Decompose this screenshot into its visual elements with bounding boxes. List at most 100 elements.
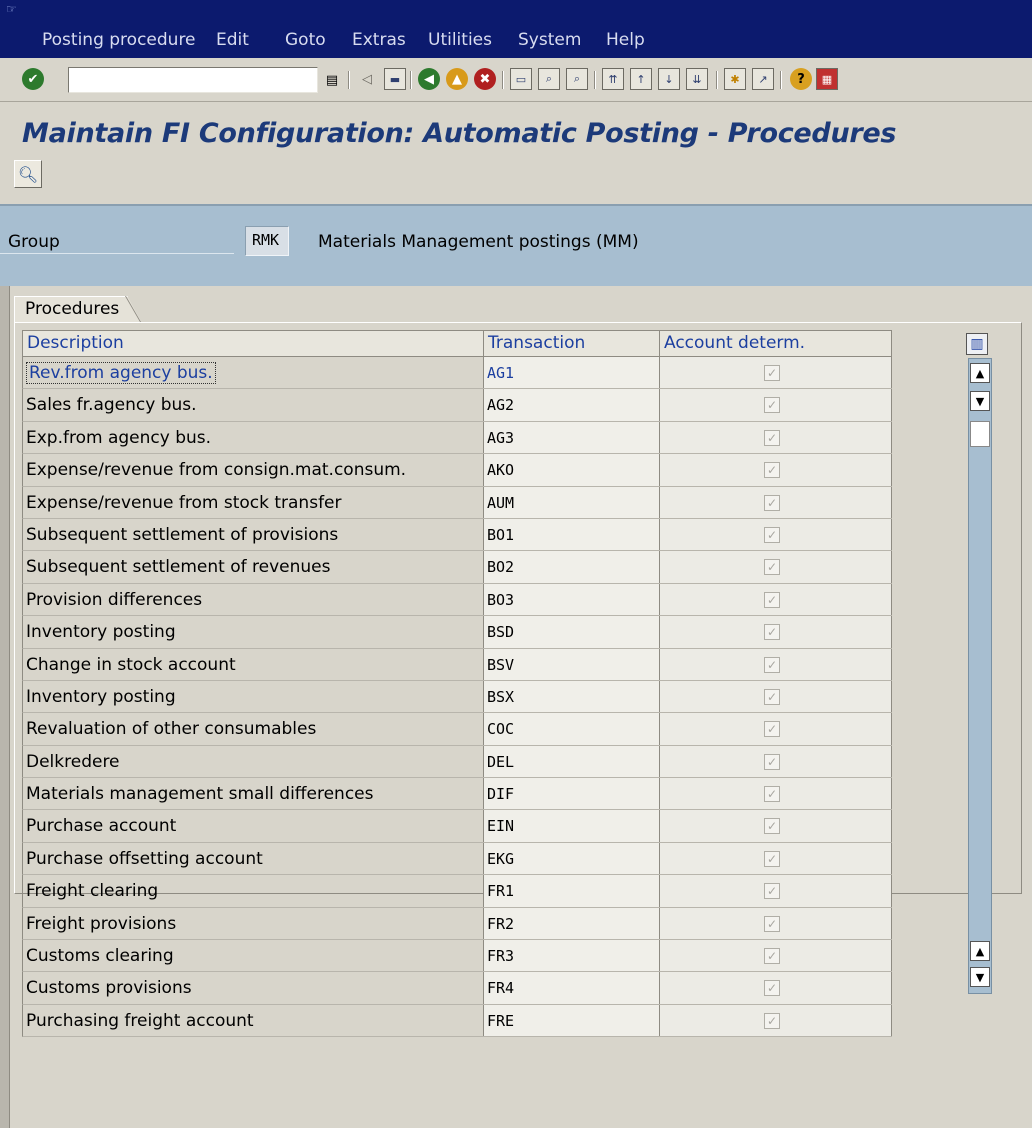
- customize-layout-icon[interactable]: ▦: [816, 68, 838, 90]
- cell-account-determ: ✓: [660, 389, 892, 421]
- cell-transaction[interactable]: BO1: [484, 518, 660, 551]
- scroll-up-icon[interactable]: ▲: [970, 363, 990, 383]
- cell-account-determ: ✓: [660, 972, 892, 1004]
- print-icon[interactable]: ▭: [510, 68, 532, 90]
- cell-description[interactable]: Customs provisions: [23, 972, 484, 1004]
- cell-description[interactable]: Sales fr.agency bus.: [23, 389, 484, 421]
- table-row[interactable]: Sales fr.agency bus. AG2 ✓: [22, 389, 892, 422]
- table-settings-icon[interactable]: ▥: [966, 333, 988, 355]
- cell-transaction[interactable]: FR4: [484, 972, 660, 1004]
- cell-description[interactable]: Expense/revenue from consign.mat.consum.: [23, 454, 484, 486]
- system-menu-icon[interactable]: ☞: [6, 2, 24, 16]
- cell-description[interactable]: Subsequent settlement of provisions: [23, 518, 484, 551]
- cell-description[interactable]: Exp.from agency bus.: [23, 421, 484, 454]
- cell-description-text: Sales fr.agency bus.: [26, 395, 197, 416]
- scroll-thumb[interactable]: [970, 421, 990, 447]
- save-icon[interactable]: ▬: [384, 68, 406, 90]
- toolbar-separator: [594, 71, 596, 89]
- account-determ-checkbox: ✓: [764, 494, 780, 511]
- table-row[interactable]: Exp.from agency bus. AG3 ✓: [22, 421, 892, 455]
- empty-area: [14, 608, 1022, 842]
- table-row[interactable]: Expense/revenue from stock transfer AUM ✓: [22, 486, 892, 519]
- cell-transaction[interactable]: FR3: [484, 940, 660, 972]
- cell-description-text: Expense/revenue from consign.mat.consum.: [26, 460, 407, 481]
- cell-transaction[interactable]: AG3: [484, 421, 660, 454]
- table-row[interactable]: Freight provisions FR2 ✓: [22, 907, 892, 941]
- dropdown-icon[interactable]: ▤: [323, 70, 341, 90]
- table-row[interactable]: Rev.from agency bus. AG1 ✓: [22, 357, 892, 390]
- find-next-icon[interactable]: ⌕: [566, 68, 588, 90]
- shortcut-icon[interactable]: ↗: [752, 68, 774, 90]
- cell-description[interactable]: Freight provisions: [23, 907, 484, 940]
- menu-help[interactable]: Help: [606, 30, 645, 50]
- menu-edit[interactable]: Edit: [216, 30, 249, 50]
- page-down-icon[interactable]: ▼: [970, 967, 990, 987]
- menu-utilities[interactable]: Utilities: [428, 30, 492, 50]
- next-page-icon[interactable]: ↓: [658, 68, 680, 90]
- cell-account-determ: ✓: [660, 518, 892, 551]
- column-header-transaction[interactable]: Transaction: [484, 331, 660, 356]
- cell-description[interactable]: Subsequent settlement of revenues: [23, 551, 484, 583]
- cell-account-determ: ✓: [660, 1004, 892, 1037]
- account-determ-checkbox: ✓: [764, 1012, 780, 1029]
- create-session-icon[interactable]: ✱: [724, 68, 746, 90]
- cell-description[interactable]: Rev.from agency bus.: [23, 357, 484, 389]
- cell-transaction[interactable]: AUM: [484, 486, 660, 518]
- cancel-icon[interactable]: ✖: [474, 68, 496, 90]
- cell-transaction[interactable]: FRE: [484, 1004, 660, 1037]
- last-page-icon[interactable]: ⇊: [686, 68, 708, 90]
- find-icon[interactable]: ⌕: [538, 68, 560, 90]
- cell-description[interactable]: Purchase offsetting account: [23, 842, 484, 875]
- cell-description[interactable]: Freight clearing: [23, 875, 484, 907]
- menu-posting-procedure[interactable]: Posting procedure: [42, 30, 196, 50]
- table-row[interactable]: Customs clearing FR3 ✓: [22, 940, 892, 973]
- back-nav-icon[interactable]: ◁: [356, 68, 378, 90]
- cell-transaction[interactable]: BO2: [484, 551, 660, 583]
- left-border: [0, 286, 10, 1128]
- cell-description[interactable]: Expense/revenue from stock transfer: [23, 486, 484, 518]
- cell-description[interactable]: Customs clearing: [23, 940, 484, 972]
- cell-description-text: Customs clearing: [26, 946, 174, 967]
- cell-transaction[interactable]: AKO: [484, 454, 660, 486]
- cell-transaction[interactable]: EKG: [484, 842, 660, 875]
- table-row[interactable]: Purchasing freight account FRE ✓: [22, 1004, 892, 1038]
- menu-bar: ☞ Posting procedure Edit Goto Extras Uti…: [0, 0, 1032, 58]
- back-icon[interactable]: ◀: [418, 68, 440, 90]
- table-row[interactable]: Freight clearing FR1 ✓: [22, 875, 892, 908]
- account-determ-checkbox: ✓: [764, 591, 780, 608]
- exit-icon[interactable]: ▲: [446, 68, 468, 90]
- help-icon[interactable]: ?: [790, 68, 812, 90]
- cell-transaction[interactable]: AG2: [484, 389, 660, 421]
- menu-goto[interactable]: Goto: [285, 30, 326, 50]
- cell-account-determ: ✓: [660, 486, 892, 518]
- enter-icon[interactable]: ✔: [22, 68, 44, 90]
- cell-description[interactable]: Purchasing freight account: [23, 1004, 484, 1037]
- scroll-down-icon[interactable]: ▼: [970, 391, 990, 411]
- column-header-account-determ[interactable]: Account determ.: [660, 331, 892, 356]
- menu-system[interactable]: System: [518, 30, 581, 50]
- application-toolbar: 🔍︎: [0, 154, 1032, 204]
- cell-description-text: Expense/revenue from stock transfer: [26, 492, 342, 513]
- column-header-description[interactable]: Description: [23, 331, 484, 356]
- menu-extras[interactable]: Extras: [352, 30, 406, 50]
- tab-procedures[interactable]: Procedures: [14, 296, 141, 322]
- cell-transaction[interactable]: FR2: [484, 907, 660, 940]
- previous-page-icon[interactable]: ↑: [630, 68, 652, 90]
- cell-transaction[interactable]: AG1: [484, 357, 660, 389]
- page-up-icon[interactable]: ▲: [970, 941, 990, 961]
- details-button[interactable]: 🔍︎: [14, 160, 42, 188]
- table-row[interactable]: Subsequent settlement of revenues BO2 ✓: [22, 551, 892, 584]
- toolbar-separator: [780, 71, 782, 89]
- first-page-icon[interactable]: ⇈: [602, 68, 624, 90]
- cell-account-determ: ✓: [660, 907, 892, 940]
- table-row[interactable]: Expense/revenue from consign.mat.consum.…: [22, 454, 892, 487]
- cell-transaction[interactable]: FR1: [484, 875, 660, 907]
- table-row[interactable]: Subsequent settlement of provisions BO1 ✓: [22, 518, 892, 552]
- table-row[interactable]: Customs provisions FR4 ✓: [22, 972, 892, 1005]
- account-determ-checkbox: ✓: [764, 429, 780, 446]
- toolbar-separator: [410, 71, 412, 89]
- table-row[interactable]: Purchase offsetting account EKG ✓: [22, 842, 892, 876]
- group-label-underline: [0, 253, 234, 254]
- group-field[interactable]: RMK: [245, 226, 289, 256]
- command-field[interactable]: [68, 67, 318, 93]
